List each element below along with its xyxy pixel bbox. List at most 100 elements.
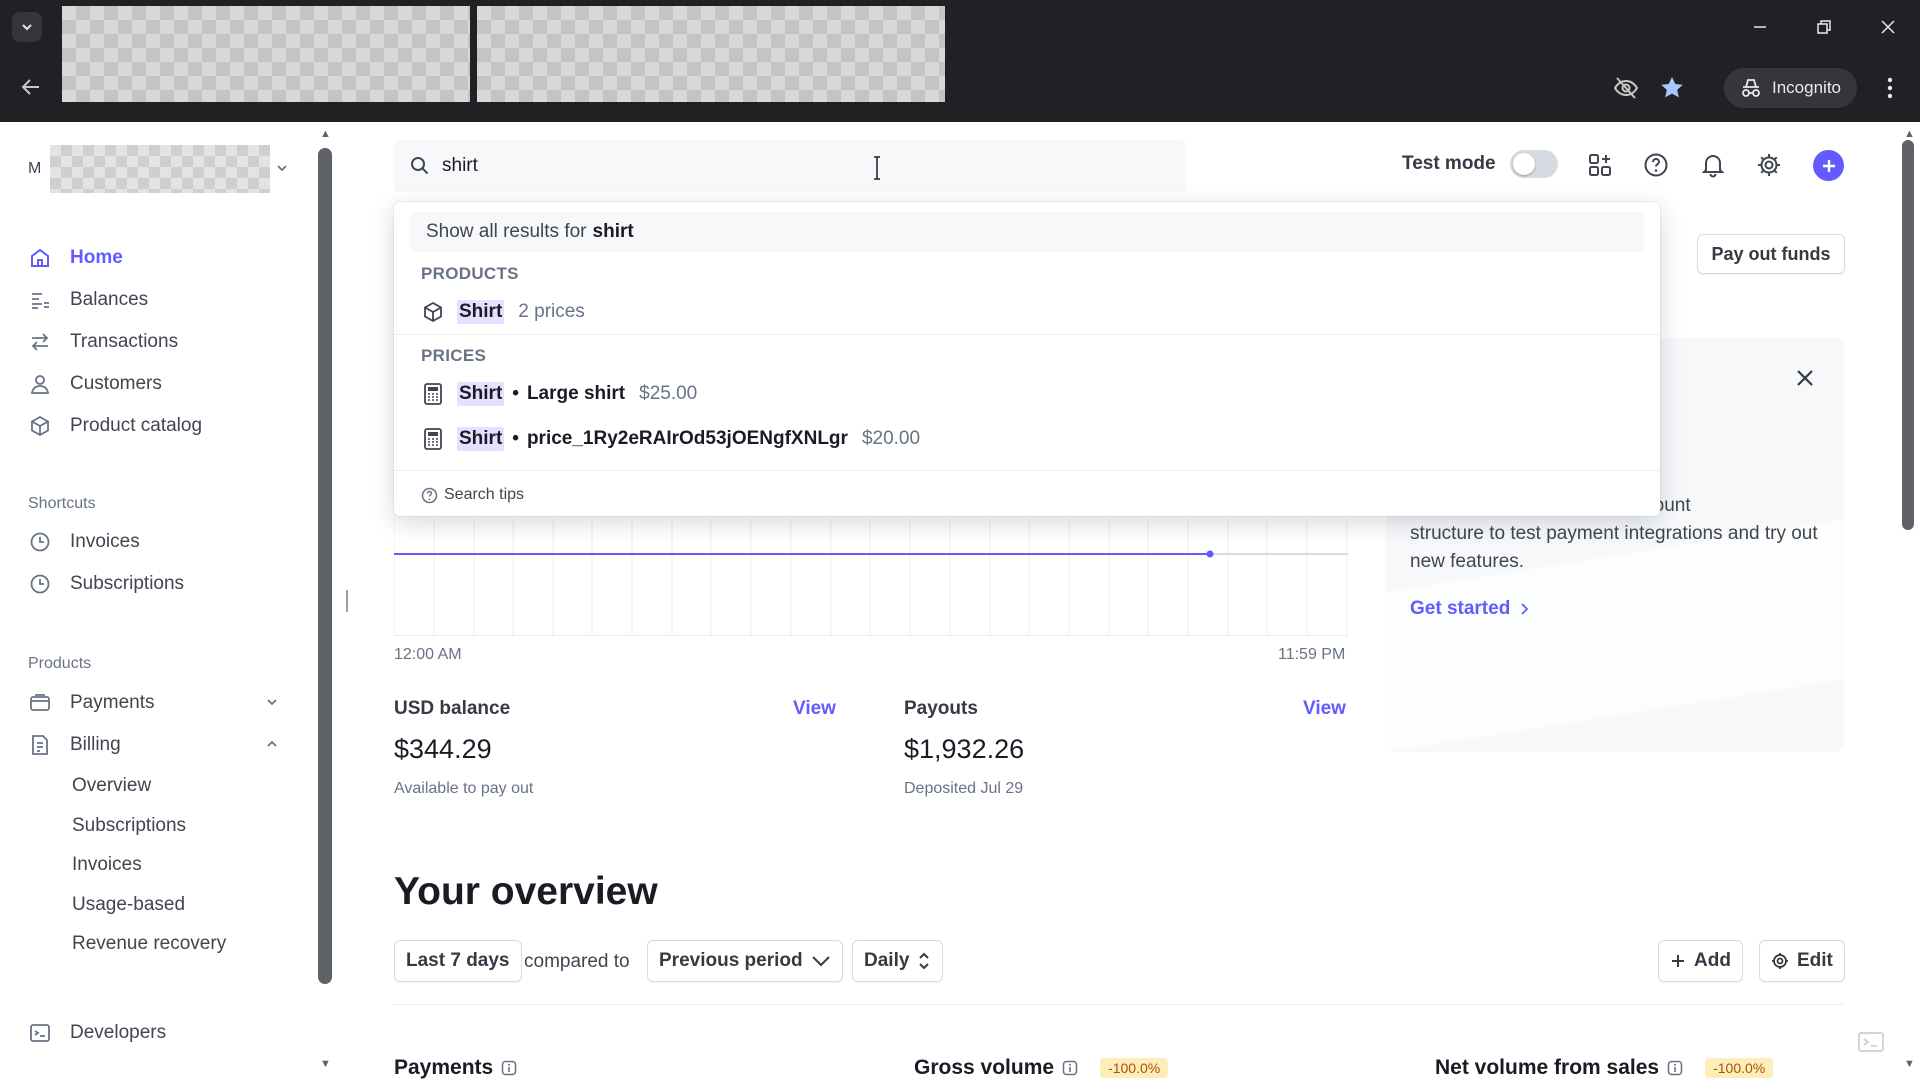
price-amount: $25.00 (639, 383, 698, 404)
comparison-period-select[interactable]: Previous period (647, 940, 843, 982)
browser-tab-2[interactable] (477, 6, 945, 102)
metric-net-volume[interactable]: Net volume from sales -100.0% (1435, 1056, 1774, 1080)
usd-balance-amount: $344.29 (394, 734, 492, 764)
chevron-down-icon[interactable] (266, 695, 278, 711)
sidebar-item-subscriptions-shortcut[interactable]: Subscriptions (28, 567, 184, 601)
sidebar-resize-handle[interactable] (346, 590, 348, 612)
browser-menu-button[interactable] (1876, 74, 1904, 102)
sidebar-item-transactions[interactable]: Transactions (28, 325, 178, 359)
balances-icon (28, 288, 52, 312)
prices-results-heading: PRICES (421, 346, 487, 365)
payouts-subtext: Deposited Jul 29 (904, 780, 1024, 797)
chevron-up-down-icon (919, 952, 930, 970)
apps-grid-icon (1589, 154, 1611, 176)
separator-dot: • (512, 383, 519, 404)
kebab-menu-icon (1887, 77, 1893, 99)
overview-title: Your overview (394, 870, 658, 913)
edit-overview-button[interactable]: Edit (1759, 940, 1845, 982)
sidebar-scroll-up-arrow[interactable]: ▲ (320, 128, 331, 140)
bookmark-star-button[interactable] (1658, 74, 1686, 102)
product-result-item[interactable]: Shirt 2 prices (421, 297, 585, 327)
date-range-button[interactable]: Last 7 days (394, 940, 522, 982)
sidebar-subitem-revenue-recovery[interactable]: Revenue recovery (72, 933, 226, 955)
close-icon (1881, 20, 1895, 34)
sidebar-scrollbar-thumb[interactable] (318, 148, 332, 984)
help-button[interactable] (1641, 150, 1671, 180)
arrow-left-icon (21, 79, 39, 95)
create-button[interactable] (1813, 150, 1844, 181)
sidebar-item-invoices-shortcut[interactable]: Invoices (28, 525, 140, 559)
restore-icon (1817, 20, 1831, 34)
sidebar-item-label: Developers (70, 1022, 167, 1043)
sidebar-scroll-down-arrow[interactable]: ▼ (320, 1058, 331, 1070)
back-button[interactable] (18, 74, 44, 100)
search-tips-link[interactable]: Search tips (421, 486, 524, 504)
comparison-period-label: Previous period (659, 950, 803, 971)
sidebar-item-developers[interactable]: Developers (28, 1016, 166, 1050)
price-result-item[interactable]: Shirt • price_1Ry2eRAIrOd53jOENgfXNLgr $… (421, 424, 920, 454)
tab-search-button[interactable] (12, 12, 42, 42)
metric-payments[interactable]: Payments (394, 1056, 517, 1080)
pay-out-funds-button[interactable]: Pay out funds (1697, 234, 1845, 274)
divider (394, 334, 1660, 335)
product-price-count: 2 prices (518, 301, 585, 322)
transactions-icon (28, 330, 52, 354)
terminal-icon[interactable] (1858, 1032, 1884, 1052)
tracking-protection-button[interactable] (1612, 74, 1640, 102)
search-bar[interactable] (394, 140, 1186, 192)
sidebar-item-product-catalog[interactable]: Product catalog (28, 409, 202, 443)
sidebar-subitem-overview[interactable]: Overview (72, 775, 151, 797)
sidebar-item-label: Transactions (70, 331, 179, 352)
terminal-icon (28, 1021, 52, 1045)
compared-to-label: compared to (524, 951, 630, 972)
gear-icon (1772, 953, 1788, 969)
price-result-item[interactable]: Shirt • Large shirt $25.00 (421, 379, 697, 409)
sidebar-item-balances[interactable]: Balances (28, 283, 148, 317)
usd-balance-view-link[interactable]: View (793, 698, 836, 720)
chevron-up-icon[interactable] (266, 737, 278, 753)
sidebar-item-label: Customers (70, 373, 162, 394)
main-scroll-down-arrow[interactable]: ▼ (1904, 1058, 1915, 1070)
notifications-button[interactable] (1698, 150, 1728, 180)
plus-icon (1822, 159, 1835, 172)
payouts-view-link[interactable]: View (1303, 698, 1346, 720)
test-mode-control[interactable]: Test mode (1402, 150, 1558, 178)
incognito-label: Incognito (1772, 78, 1841, 97)
sidebar-subitem-usage-based[interactable]: Usage-based (72, 894, 185, 916)
search-results-dropdown: Show all results for shirt PRODUCTS Shir… (394, 202, 1660, 516)
sidebar-item-home[interactable]: Home (28, 241, 123, 275)
account-switcher[interactable]: M (28, 145, 288, 193)
payments-icon (28, 691, 52, 715)
test-mode-toggle[interactable] (1509, 150, 1558, 178)
main-scroll-up-arrow[interactable]: ▲ (1904, 128, 1915, 140)
browser-tab-1[interactable] (62, 6, 470, 102)
interval-select[interactable]: Daily (852, 940, 944, 982)
price-calculator-icon (421, 427, 445, 451)
sidebar-item-billing[interactable]: Billing (28, 728, 121, 762)
close-window-button[interactable] (1868, 12, 1908, 42)
sidebar-item-payments[interactable]: Payments (28, 686, 154, 720)
get-started-link[interactable]: Get started (1410, 598, 1530, 620)
price-amount: $20.00 (861, 428, 921, 449)
metric-change-badge: -100.0% (1100, 1058, 1169, 1078)
apps-button[interactable] (1585, 150, 1615, 180)
main-scrollbar-thumb[interactable] (1902, 140, 1914, 530)
sidebar-item-label: Home (70, 247, 123, 268)
show-all-term: shirt (592, 221, 634, 242)
restore-button[interactable] (1804, 12, 1844, 42)
incognito-indicator[interactable]: Incognito (1724, 68, 1857, 108)
sidebar-item-label: Billing (70, 734, 121, 755)
product-box-icon (421, 300, 445, 324)
metric-label: Gross volume (914, 1056, 1055, 1079)
incognito-icon (1742, 79, 1760, 97)
add-widget-button[interactable]: Add (1658, 940, 1743, 982)
minimize-button[interactable] (1740, 12, 1780, 42)
settings-button[interactable] (1754, 150, 1784, 180)
metric-gross-volume[interactable]: Gross volume -100.0% (914, 1056, 1169, 1080)
sidebar-subitem-invoices[interactable]: Invoices (72, 854, 142, 876)
sidebar-item-customers[interactable]: Customers (28, 367, 162, 401)
close-panel-button[interactable] (1796, 366, 1814, 394)
search-input[interactable] (442, 155, 1142, 177)
show-all-results-item[interactable]: Show all results for shirt (410, 212, 1644, 252)
sidebar-subitem-subscriptions[interactable]: Subscriptions (72, 815, 186, 837)
